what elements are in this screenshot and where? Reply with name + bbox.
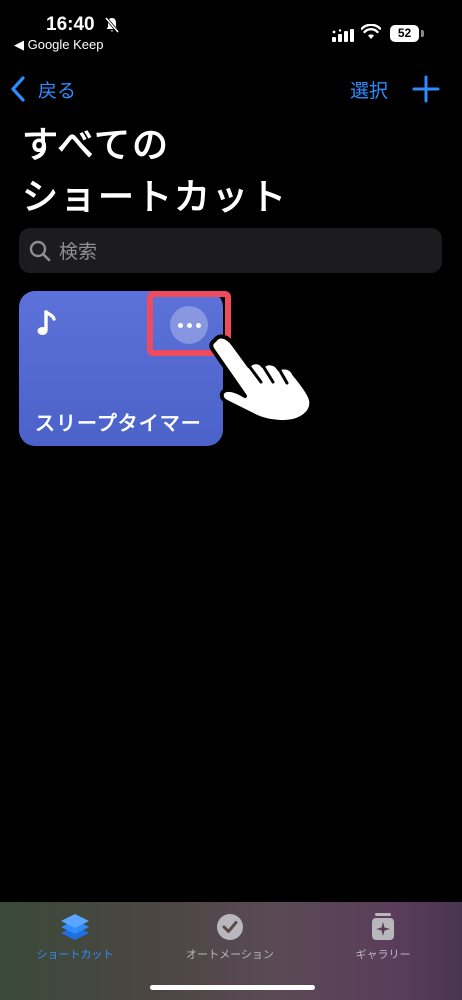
search-placeholder: 検索 [59, 241, 98, 263]
tab-automation[interactable]: オートメーション [165, 912, 295, 962]
layers-icon [61, 914, 89, 940]
tab-automation-label: オートメーション [186, 948, 274, 961]
gallery-sparkle-icon [372, 913, 394, 940]
search-field[interactable]: 検索 [19, 228, 442, 273]
search-icon [29, 240, 51, 261]
more-dot [186, 322, 192, 328]
more-dot [195, 322, 201, 328]
back-button[interactable]: 戻る [8, 74, 76, 104]
chevron-left-icon [11, 76, 25, 102]
back-button-label: 戻る [38, 79, 77, 102]
more-dot [177, 322, 183, 328]
cellular-signal-icon [332, 29, 354, 42]
home-indicator[interactable] [150, 985, 315, 990]
page-title-line2: ショートカット [22, 177, 289, 218]
music-note-icon [37, 310, 56, 335]
battery-indicator: 52 [390, 25, 419, 42]
battery-nub [421, 30, 424, 37]
select-button[interactable]: 選択 [350, 76, 388, 103]
pointing-hand-icon [209, 334, 314, 425]
status-time: 16:40 [46, 14, 95, 35]
tab-gallery[interactable]: ギャラリー [318, 912, 448, 962]
page-title-line1: すべての [22, 125, 171, 166]
shortcut-card-title: スリープタイマー [35, 411, 202, 435]
back-to-app-link[interactable]: ◀ Google Keep [14, 37, 104, 53]
tab-gallery-label: ギャラリー [355, 948, 411, 961]
add-shortcut-icon[interactable] [411, 74, 441, 104]
tab-shortcuts[interactable]: ショートカット [10, 912, 140, 962]
bell-muted-icon [104, 17, 120, 33]
clock-check-icon [217, 914, 243, 940]
wifi-icon [361, 24, 381, 39]
page-title: すべての ショートカット [22, 120, 288, 224]
tab-shortcuts-label: ショートカット [36, 948, 114, 961]
more-options-button[interactable] [170, 306, 208, 344]
